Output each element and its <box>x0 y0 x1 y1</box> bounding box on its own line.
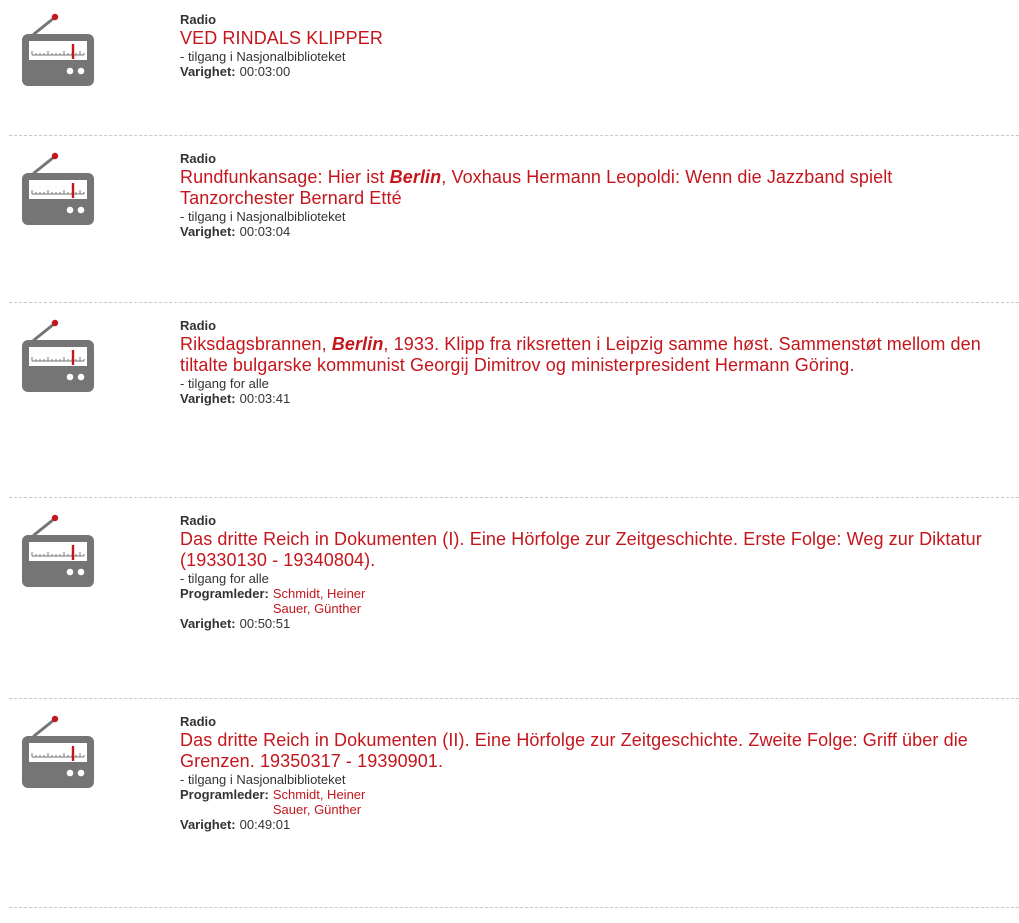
duration-row: Varighet: 00:03:04 <box>180 224 999 239</box>
duration-label: Varighet: <box>180 224 236 239</box>
duration-row: Varighet: 00:03:00 <box>180 64 999 79</box>
result-title-link[interactable]: Das dritte Reich in Dokumenten (II). Ein… <box>180 730 999 772</box>
result-title-link[interactable]: Das dritte Reich in Dokumenten (I). Eine… <box>180 529 999 571</box>
duration-value: 00:49:01 <box>239 817 291 832</box>
program-leader-row: Programleder: Schmidt, Heiner Sauer, Günth… <box>180 787 999 817</box>
title-text: Riksdagsbrannen, <box>180 334 332 354</box>
result-content: Radio Rundfunkansage: Hier ist Berlin, Vo… <box>180 151 999 239</box>
result-title-link[interactable]: VED RINDALS KLIPPER <box>180 28 999 49</box>
result-divider <box>9 135 1019 136</box>
access-info: - tilgang for alle <box>180 376 269 391</box>
duration-value: 00:03:00 <box>239 64 291 79</box>
duration-value: 00:03:41 <box>239 391 291 406</box>
result-content: Radio Das dritte Reich in Dokumenten (I).… <box>180 513 999 631</box>
title-text: VED RINDALS KLIPPER <box>180 28 383 48</box>
duration-value: 00:03:04 <box>239 224 291 239</box>
media-type-label: Radio <box>180 151 217 166</box>
media-type-label: Radio <box>180 714 217 729</box>
program-leader-names: Schmidt, Heiner Sauer, Günther <box>273 586 365 616</box>
result-divider <box>9 302 1019 303</box>
program-leader-row: Programleder: Schmidt, Heiner Sauer, Günth… <box>180 586 999 616</box>
media-type-label: Radio <box>180 12 217 27</box>
result-divider <box>9 497 1019 498</box>
radio-icon <box>22 714 94 788</box>
program-leader-link[interactable]: Sauer, Günther <box>273 601 365 616</box>
duration-value: 00:50:51 <box>239 616 291 631</box>
access-info: - tilgang i Nasjonalbiblioteket <box>180 772 346 787</box>
duration-row: Varighet: 00:03:41 <box>180 391 999 406</box>
search-term-highlight: Berlin <box>389 167 442 187</box>
program-leader-link[interactable]: Schmidt, Heiner <box>273 787 365 802</box>
access-info: - tilgang for alle <box>180 571 269 586</box>
access-info: - tilgang i Nasjonalbiblioteket <box>180 49 346 64</box>
radio-icon <box>22 318 94 392</box>
media-type-label: Radio <box>180 513 217 528</box>
program-leader-link[interactable]: Schmidt, Heiner <box>273 586 365 601</box>
program-leader-names: Schmidt, Heiner Sauer, Günther <box>273 787 365 817</box>
duration-label: Varighet: <box>180 817 236 832</box>
search-term-highlight: Berlin <box>331 334 384 354</box>
result-divider <box>9 698 1019 699</box>
title-text: Das dritte Reich in Dokumenten (I). Eine… <box>180 529 982 570</box>
title-text: Rundfunkansage: Hier ist <box>180 167 390 187</box>
duration-label: Varighet: <box>180 391 236 406</box>
duration-row: Varighet: 00:49:01 <box>180 817 999 832</box>
duration-row: Varighet: 00:50:51 <box>180 616 999 631</box>
program-leader-link[interactable]: Sauer, Günther <box>273 802 365 817</box>
radio-icon <box>22 513 94 587</box>
result-content: Radio VED RINDALS KLIPPER - tilgang i Nasj… <box>180 12 999 79</box>
program-leader-label: Programleder: <box>180 787 269 802</box>
result-title-link[interactable]: Riksdagsbrannen, Berlin, 1933. Klipp fra… <box>180 334 999 376</box>
result-title-link[interactable]: Rundfunkansage: Hier ist Berlin, Voxhaus… <box>180 167 999 209</box>
program-leader-label: Programleder: <box>180 586 269 601</box>
duration-label: Varighet: <box>180 64 236 79</box>
result-content: Radio Riksdagsbrannen, Berlin, 1933. Klip… <box>180 318 999 406</box>
access-info: - tilgang i Nasjonalbiblioteket <box>180 209 346 224</box>
media-type-label: Radio <box>180 318 217 333</box>
radio-icon <box>22 12 94 86</box>
result-content: Radio Das dritte Reich in Dokumenten (II)… <box>180 714 999 832</box>
radio-icon <box>22 151 94 225</box>
result-divider <box>9 907 1019 908</box>
duration-label: Varighet: <box>180 616 236 631</box>
title-text: Das dritte Reich in Dokumenten (II). Ein… <box>180 730 968 771</box>
